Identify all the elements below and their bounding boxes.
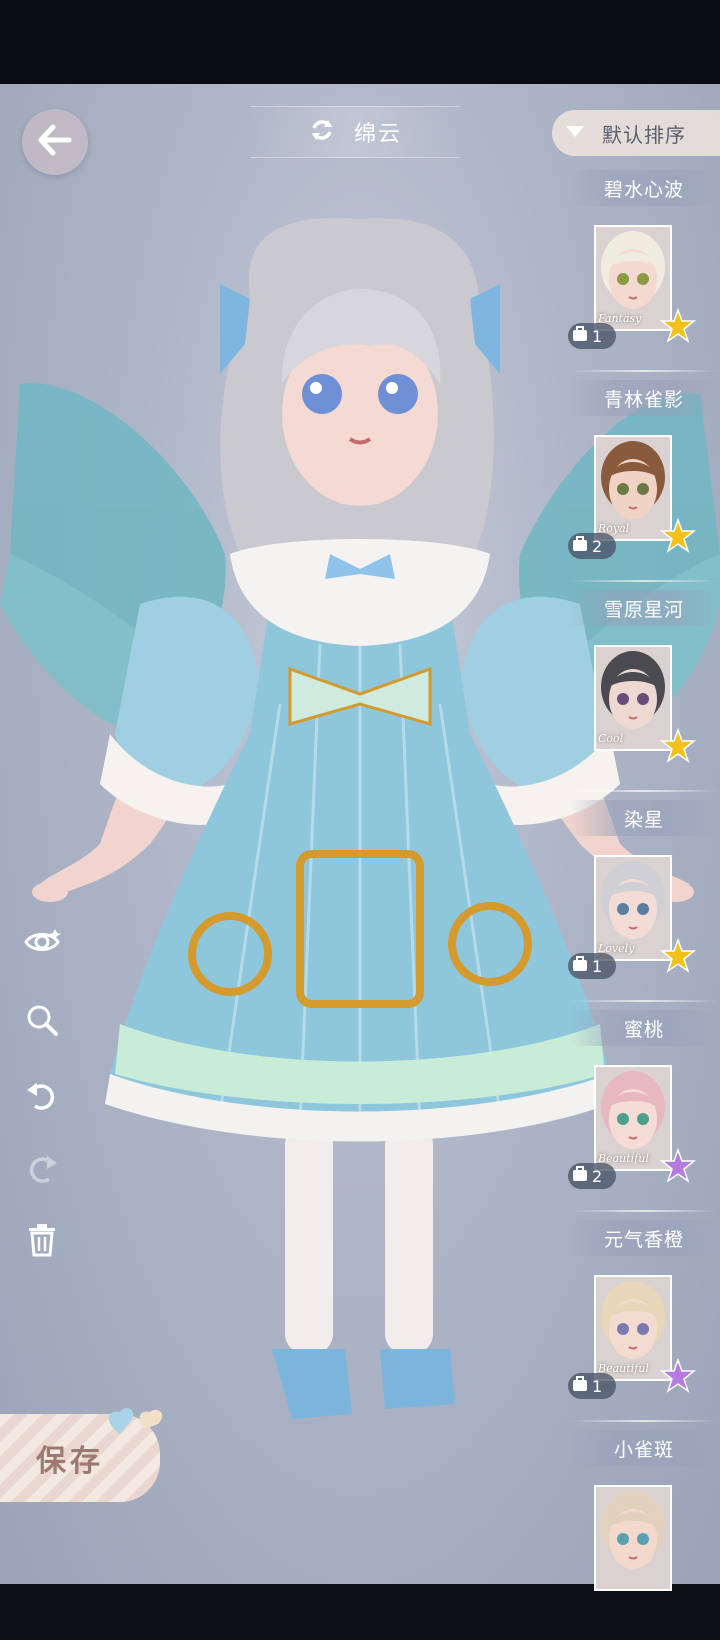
sort-label: 默认排序 — [602, 122, 686, 147]
list-item[interactable]: 碧水心波 Fantasy 1 — [560, 170, 720, 380]
item-name: 小雀斑 — [570, 1430, 718, 1466]
zoom-icon[interactable] — [22, 1000, 62, 1040]
arrow-left-icon — [35, 123, 75, 161]
list-divider — [570, 1420, 718, 1422]
save-label: 保存 — [36, 1444, 104, 1479]
list-divider — [570, 1000, 718, 1002]
trash-icon[interactable] — [22, 1220, 62, 1260]
item-name: 蜜桃 — [570, 1010, 718, 1046]
face-thumbnail[interactable] — [594, 1485, 672, 1591]
gold-star-icon — [659, 307, 697, 344]
owned-count: 1 — [592, 956, 603, 976]
eye-icon[interactable] — [22, 922, 62, 962]
owned-count-badge: 1 — [568, 323, 616, 349]
wardrobe-icon — [572, 956, 588, 976]
gold-star-icon — [659, 937, 697, 974]
owned-count: 2 — [592, 536, 603, 556]
owned-count: 2 — [592, 1166, 603, 1186]
outfit-title: 绵云 — [353, 122, 402, 147]
refresh-icon[interactable] — [308, 116, 336, 148]
owned-count-badge: 1 — [568, 953, 616, 979]
owned-count-badge: 2 — [568, 1163, 616, 1189]
purple-star-icon — [659, 1357, 697, 1394]
sort-dropdown[interactable]: 默认排序 — [552, 110, 720, 156]
list-divider — [570, 580, 718, 582]
heart-deco-icon — [100, 1404, 170, 1448]
wardrobe-icon — [572, 326, 588, 346]
list-divider — [570, 370, 718, 372]
wardrobe-icon — [572, 1166, 588, 1186]
list-item[interactable]: 青林雀影 Royal 2 — [560, 380, 720, 590]
list-item[interactable]: 雪原星河 Cool — [560, 590, 720, 800]
back-button[interactable] — [22, 109, 88, 175]
item-name: 元气香橙 — [570, 1220, 718, 1256]
redo-icon[interactable] — [22, 1148, 62, 1188]
undo-icon[interactable] — [22, 1075, 62, 1115]
list-item[interactable]: 小雀斑 — [560, 1430, 720, 1640]
owned-count-badge: 2 — [568, 533, 616, 559]
save-button[interactable]: 保存 — [0, 1408, 163, 1502]
triangle-down-icon — [564, 123, 586, 143]
list-item[interactable]: 蜜桃 Beautiful 2 — [560, 1010, 720, 1220]
gold-star-icon — [659, 517, 697, 554]
list-item[interactable]: 元气香橙 Beautiful 1 — [560, 1220, 720, 1430]
purple-star-icon — [659, 1147, 697, 1184]
list-item[interactable]: 染星 Lovely 1 — [560, 800, 720, 1010]
item-name: 青林雀影 — [570, 380, 718, 416]
list-divider — [570, 790, 718, 792]
owned-count-badge: 1 — [568, 1373, 616, 1399]
top-black-bar — [0, 0, 720, 84]
item-name: 染星 — [570, 800, 718, 836]
list-divider — [570, 1210, 718, 1212]
owned-count: 1 — [592, 326, 603, 346]
style-tag: Cool — [598, 732, 624, 745]
gold-star-icon — [659, 727, 697, 764]
wardrobe-icon — [572, 536, 588, 556]
outfit-title-bar[interactable]: 绵云 — [250, 106, 460, 158]
item-name: 碧水心波 — [570, 170, 718, 206]
wardrobe-icon — [572, 1376, 588, 1396]
owned-count: 1 — [592, 1376, 603, 1396]
item-name: 雪原星河 — [570, 590, 718, 626]
